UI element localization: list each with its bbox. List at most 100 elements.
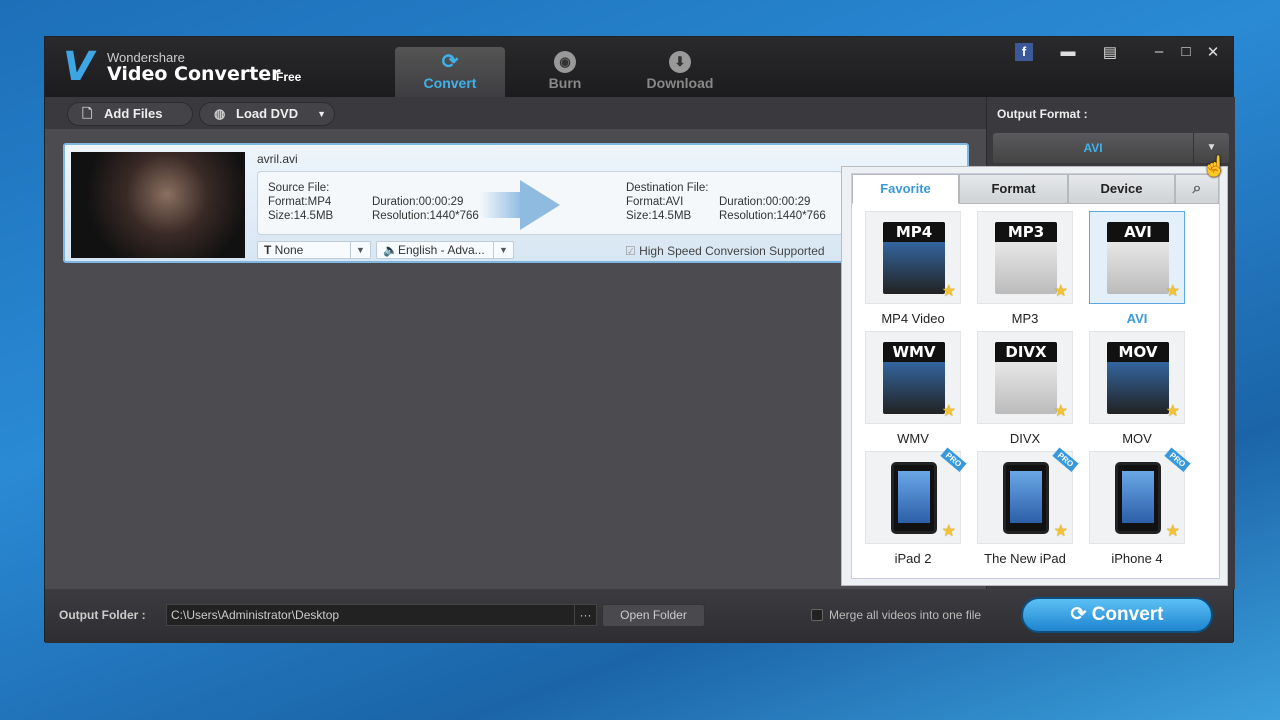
format-item[interactable]: WMV ★ WMV [857,331,969,446]
high-speed-label: High Speed Conversion Supported [639,244,825,258]
format-item[interactable]: DIVX ★ DIVX [969,331,1081,446]
format-icon-label: MOV [1107,342,1169,362]
minimize-button[interactable]: – [1148,43,1170,60]
merge-checkbox[interactable] [811,609,823,621]
add-files-button[interactable]: 🗋 Add Files [67,102,193,126]
star-icon[interactable]: ★ [942,401,956,421]
load-dvd-label: Load DVD [236,106,299,121]
format-item[interactable]: MP3 ★ MP3 [969,211,1081,326]
format-item[interactable]: MP4 ★ MP4 Video [857,211,969,326]
tab-convert[interactable]: ⟳ Convert [395,47,505,97]
tab-download[interactable]: ⬇ Download [625,47,735,97]
maximize-button[interactable]: □ [1175,43,1197,60]
star-icon[interactable]: ★ [1166,401,1180,421]
file-item[interactable]: avril.avi Source File: Format:MP4 Size:1… [63,143,969,263]
format-icon-label: DIVX [995,342,1057,362]
device-screen [1122,471,1154,523]
source-size: Size:14.5MB [268,210,334,222]
star-icon[interactable]: ★ [1166,521,1180,541]
chevron-down-icon[interactable]: ▼ [317,103,326,125]
tab-label: Download [646,75,714,91]
format-dropdown: Favorite Format Device ⌕ MP4 ★ MP4 Video MP… [841,166,1228,586]
tab-format[interactable]: Format [959,174,1068,204]
device-screen [898,471,930,523]
cursor-icon: ☝ [1202,156,1227,178]
format-tile[interactable]: MOV ★ [1089,331,1185,424]
format-icon: MP4 [883,222,945,294]
output-folder-input[interactable]: C:\Users\Administrator\Desktop ··· [166,604,597,626]
source-label: Source File: [268,182,330,194]
dest-size: Size:14.5MB [626,210,692,222]
download-icon: ⬇ [669,51,691,73]
star-icon[interactable]: ★ [1166,281,1180,301]
tab-burn[interactable]: ◉ Burn [510,47,620,97]
title-bar: V Wondershare Video Converter Free ⟳ Conv… [45,37,1233,97]
star-icon[interactable]: ★ [1054,281,1068,301]
device-icon [891,462,937,534]
tab-label: Convert [423,75,477,91]
add-file-icon: 🗋 [82,106,93,121]
format-tile[interactable]: DIVX ★ [977,331,1073,424]
format-icon: WMV [883,342,945,414]
device-screen [1010,471,1042,523]
star-icon[interactable]: ★ [942,521,956,541]
format-item[interactable]: PRO ★ iPad 2 [857,447,969,566]
load-dvd-button[interactable]: ◍ Load DVD ▼ [199,102,335,126]
format-icon-label: MP4 [883,222,945,242]
output-format-label: Output Format : [997,107,1088,121]
format-icon: MOV [1107,342,1169,414]
format-name: MP3 [1011,311,1039,326]
format-tile[interactable]: PRO ★ [977,447,1079,544]
star-icon[interactable]: ★ [1054,401,1068,421]
tab-label: Burn [548,75,582,91]
format-name: AVI [1126,311,1148,326]
speaker-icon: 🔈 [383,243,398,257]
format-icon: AVI [1107,222,1169,294]
format-tile[interactable]: AVI ★ [1089,211,1185,304]
pro-badge: PRO [1051,447,1079,473]
tab-favorite[interactable]: Favorite [852,174,959,204]
chat-icon[interactable]: ▬ [1057,43,1079,60]
logo-icon: V [63,44,94,90]
audio-select[interactable]: 🔈English - Adva... ▼ [376,241,514,259]
check-icon: ☑ [625,244,640,258]
browse-button[interactable]: ··· [574,605,596,625]
output-folder-value: C:\Users\Administrator\Desktop [171,608,340,622]
subtitle-select[interactable]: T None ▼ [257,241,371,259]
convert-icon: ⟳ [441,51,459,73]
register-icon[interactable]: ▤ [1099,43,1121,61]
format-item[interactable]: PRO ★ The New iPad [969,447,1081,566]
convert-button[interactable]: ⟳ Convert [1021,597,1213,633]
format-tile[interactable]: WMV ★ [865,331,961,424]
star-icon[interactable]: ★ [1054,521,1068,541]
device-icon [1003,462,1049,534]
merge-label: Merge all videos into one file [829,608,982,622]
dest-format: Format:AVI [626,196,684,208]
star-icon[interactable]: ★ [942,281,956,301]
add-files-label: Add Files [104,106,163,121]
output-format-select[interactable]: AVI ▼ [993,133,1229,163]
format-name: The New iPad [984,551,1066,566]
format-item[interactable]: AVI ★ AVI [1081,211,1193,326]
format-panel: Favorite Format Device ⌕ MP4 ★ MP4 Video MP… [851,173,1220,579]
source-resolution: Resolution:1440*766 [372,210,479,222]
facebook-icon[interactable]: f [1015,43,1033,61]
merge-option[interactable]: Merge all videos into one file [811,608,981,622]
subtitle-value: None [274,243,304,257]
format-name: MP4 Video [881,311,945,326]
close-button[interactable]: ✕ [1202,43,1224,61]
convert-icon: ⟳ [1070,604,1092,625]
brand-edition: Free [276,70,302,84]
format-item[interactable]: MOV ★ MOV [1081,331,1193,446]
format-tile[interactable]: PRO ★ [865,447,967,544]
format-tile[interactable]: MP4 ★ [865,211,961,304]
disc-icon: ◉ [554,51,576,73]
format-item[interactable]: PRO ★ iPhone 4 [1081,447,1193,566]
tab-device[interactable]: Device [1068,174,1175,204]
format-tile[interactable]: MP3 ★ [977,211,1073,304]
open-folder-button[interactable]: Open Folder [602,604,705,627]
video-thumbnail[interactable] [71,152,245,258]
format-name: MOV [1122,431,1152,446]
chevron-down-icon: ▼ [350,242,370,258]
format-tile[interactable]: PRO ★ [1089,447,1191,544]
